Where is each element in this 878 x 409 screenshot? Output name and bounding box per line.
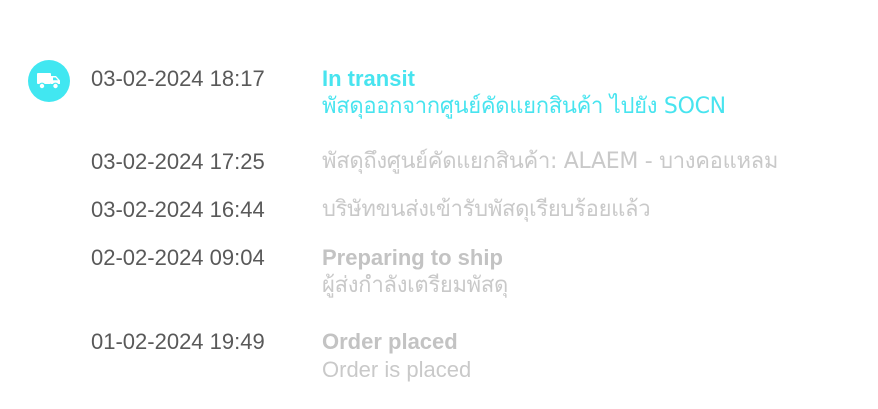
event-title: Order placed bbox=[322, 329, 458, 354]
event-description: พัสดุออกจากศูนย์คัดแยกสินค้า ไปยัง SOCN bbox=[322, 94, 726, 119]
event-time: 01-02-2024 19:49 bbox=[91, 329, 265, 354]
event-body: พัสดุถึงศูนย์คัดแยกสินค้า: ALAEM - บางคอ… bbox=[322, 148, 778, 176]
tracking-timeline: 03-02-2024 18:17 In transit พัสดุออกจากศ… bbox=[0, 0, 878, 409]
event-description: พัสดุถึงศูนย์คัดแยกสินค้า: ALAEM - บางคอ… bbox=[322, 149, 779, 174]
event-time: 03-02-2024 17:25 bbox=[91, 149, 265, 174]
event-title: In transit bbox=[322, 66, 415, 91]
status-icon-badge bbox=[28, 60, 70, 102]
event-description: บริษัทขนส่งเข้ารับพัสดุเรียบร้อยแล้ว bbox=[322, 197, 651, 222]
event-description: ผู้ส่งกำลังเตรียมพัสดุ bbox=[322, 273, 508, 298]
event-time: 03-02-2024 18:17 bbox=[91, 66, 265, 91]
event-description: Order is placed bbox=[322, 357, 472, 382]
event-title: Preparing to ship bbox=[322, 245, 503, 270]
event-body: Preparing to ship ผู้ส่งกำลังเตรียมพัสดุ bbox=[322, 244, 508, 300]
truck-icon bbox=[36, 71, 62, 91]
event-time: 02-02-2024 09:04 bbox=[91, 245, 265, 270]
event-body: In transit พัสดุออกจากศูนย์คัดแยกสินค้า … bbox=[322, 65, 726, 121]
event-body: บริษัทขนส่งเข้ารับพัสดุเรียบร้อยแล้ว bbox=[322, 196, 651, 224]
event-body: Order placed Order is placed bbox=[322, 328, 471, 384]
event-time: 03-02-2024 16:44 bbox=[91, 197, 265, 222]
